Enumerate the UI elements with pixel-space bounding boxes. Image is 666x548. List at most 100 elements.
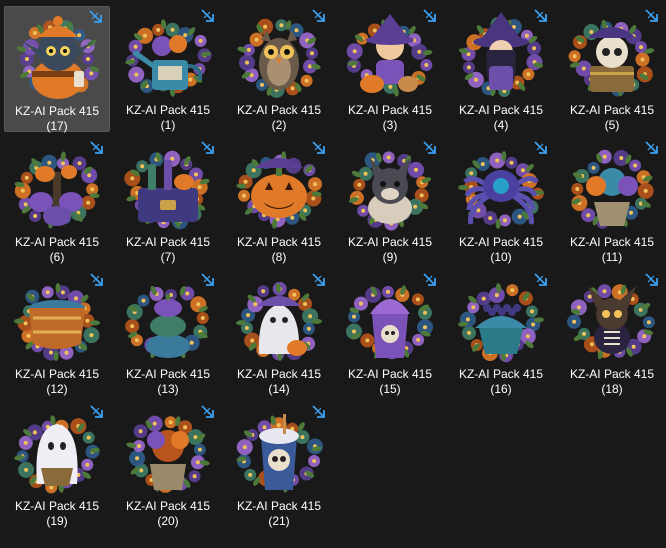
file-name-label: KZ-AI Pack 415 (2) — [226, 103, 332, 133]
file-item[interactable]: KZ-AI Pack 415 (12) — [4, 270, 110, 396]
file-number: (20) — [157, 514, 179, 528]
file-thumbnail[interactable] — [122, 406, 214, 498]
file-item[interactable]: KZ-AI Pack 415 (10) — [448, 138, 554, 264]
file-item[interactable]: KZ-AI Pack 415 (11) — [559, 138, 665, 264]
file-name: KZ-AI Pack 415 — [458, 235, 544, 249]
watering-can-icon — [125, 19, 212, 97]
file-thumbnail[interactable] — [233, 406, 325, 498]
file-thumbnail[interactable] — [11, 406, 103, 498]
file-thumbnail[interactable] — [233, 274, 325, 366]
shortcut-arrow-icon — [423, 141, 436, 154]
file-number: (13) — [157, 382, 179, 396]
file-number: (14) — [268, 382, 290, 396]
file-name: KZ-AI Pack 415 — [458, 103, 544, 117]
file-name: KZ-AI Pack 415 — [236, 367, 322, 381]
file-name: KZ-AI Pack 415 — [125, 235, 211, 249]
file-number: (10) — [490, 250, 512, 264]
file-name: KZ-AI Pack 415 — [125, 103, 211, 117]
file-name-label: KZ-AI Pack 415 (3) — [337, 103, 443, 133]
file-item[interactable]: KZ-AI Pack 415 (15) — [337, 270, 443, 396]
shortcut-arrow-icon — [90, 405, 103, 418]
file-item[interactable]: KZ-AI Pack 415 (3) — [337, 6, 443, 132]
file-thumbnail[interactable] — [122, 142, 214, 234]
file-thumbnail[interactable] — [12, 11, 104, 103]
file-item[interactable]: KZ-AI Pack 415 (17) — [4, 6, 110, 133]
ghost-girl-icon — [236, 281, 322, 361]
autumn-pot-icon — [126, 415, 210, 493]
file-thumbnail[interactable] — [11, 274, 103, 366]
file-thumbnail[interactable] — [455, 274, 547, 366]
file-thumbnail[interactable] — [11, 142, 103, 234]
file-name: KZ-AI Pack 415 — [236, 499, 322, 513]
file-name: KZ-AI Pack 415 — [14, 235, 100, 249]
file-item[interactable]: KZ-AI Pack 415 (4) — [448, 6, 554, 132]
cauldron-drum-icon — [14, 283, 100, 361]
shortcut-arrow-icon — [534, 273, 547, 286]
witch-girl-icon — [458, 12, 544, 97]
file-number: (21) — [268, 514, 290, 528]
pumpkin-stack-icon — [125, 285, 209, 359]
skull-cup-icon — [346, 285, 433, 360]
shortcut-arrow-icon — [645, 9, 658, 22]
file-item[interactable]: KZ-AI Pack 415 (2) — [226, 6, 332, 132]
shortcut-arrow-icon — [89, 10, 102, 23]
flower-pot-icon — [571, 149, 654, 229]
owl-icon — [237, 18, 321, 98]
file-item[interactable]: KZ-AI Pack 415 (21) — [226, 402, 332, 528]
file-item[interactable]: KZ-AI Pack 415 (16) — [448, 270, 554, 396]
file-name-label: KZ-AI Pack 415 (12) — [4, 367, 110, 397]
file-thumbnail[interactable] — [122, 10, 214, 102]
file-thumbnail[interactable] — [455, 10, 547, 102]
file-name: KZ-AI Pack 415 — [236, 235, 322, 249]
file-name-label: KZ-AI Pack 415 (16) — [448, 367, 554, 397]
shortcut-arrow-icon — [534, 141, 547, 154]
file-item[interactable]: KZ-AI Pack 415 (6) — [4, 138, 110, 264]
file-name: KZ-AI Pack 415 — [236, 103, 322, 117]
file-item[interactable]: KZ-AI Pack 415 (18) — [559, 270, 665, 396]
pirate-skull-chest-icon — [568, 19, 655, 97]
file-item[interactable]: KZ-AI Pack 415 (5) — [559, 6, 665, 132]
file-number: (19) — [46, 514, 68, 528]
file-thumbnail[interactable] — [233, 142, 325, 234]
file-name-label: KZ-AI Pack 415 (21) — [226, 499, 332, 529]
file-name-label: KZ-AI Pack 415 (9) — [337, 235, 443, 265]
shortcut-arrow-icon — [201, 405, 214, 418]
file-name-label: KZ-AI Pack 415 (4) — [448, 103, 554, 133]
file-thumbnail[interactable] — [566, 274, 658, 366]
file-item[interactable]: KZ-AI Pack 415 (9) — [337, 138, 443, 264]
file-name: KZ-AI Pack 415 — [569, 235, 655, 249]
shortcut-arrow-icon — [201, 141, 214, 154]
file-name-label: KZ-AI Pack 415 (15) — [337, 367, 443, 397]
shortcut-arrow-icon — [645, 141, 658, 154]
shortcut-arrow-icon — [423, 273, 436, 286]
file-name: KZ-AI Pack 415 — [458, 367, 544, 381]
file-item[interactable]: KZ-AI Pack 415 (7) — [115, 138, 221, 264]
file-name-label: KZ-AI Pack 415 (18) — [559, 367, 665, 397]
file-thumbnail[interactable] — [122, 274, 214, 366]
file-thumbnail[interactable] — [566, 10, 658, 102]
file-name-label: KZ-AI Pack 415 (5) — [559, 103, 665, 133]
file-item[interactable]: KZ-AI Pack 415 (8) — [226, 138, 332, 264]
file-name-label: KZ-AI Pack 415 (6) — [4, 235, 110, 265]
file-item[interactable]: KZ-AI Pack 415 (14) — [226, 270, 332, 396]
shortcut-arrow-icon — [645, 273, 658, 286]
file-thumbnail[interactable] — [344, 10, 436, 102]
berry-cupcake-icon — [458, 283, 544, 363]
file-name: KZ-AI Pack 415 — [347, 103, 433, 117]
file-number: (9) — [382, 250, 398, 264]
file-number: (5) — [604, 118, 620, 132]
file-item[interactable]: KZ-AI Pack 415 (1) — [115, 6, 221, 132]
file-thumbnail[interactable] — [233, 10, 325, 102]
file-item[interactable]: KZ-AI Pack 415 (20) — [115, 402, 221, 528]
file-name-label: KZ-AI Pack 415 (8) — [226, 235, 332, 265]
shortcut-arrow-icon — [201, 273, 214, 286]
file-thumbnail[interactable] — [344, 274, 436, 366]
file-thumbnail[interactable] — [344, 142, 436, 234]
file-name: KZ-AI Pack 415 — [347, 367, 433, 381]
file-name-label: KZ-AI Pack 415 (19) — [4, 499, 110, 529]
file-thumbnail[interactable] — [566, 142, 658, 234]
file-item[interactable]: KZ-AI Pack 415 (13) — [115, 270, 221, 396]
file-item[interactable]: KZ-AI Pack 415 (19) — [4, 402, 110, 528]
file-thumbnail[interactable] — [455, 142, 547, 234]
file-number: (2) — [271, 118, 287, 132]
